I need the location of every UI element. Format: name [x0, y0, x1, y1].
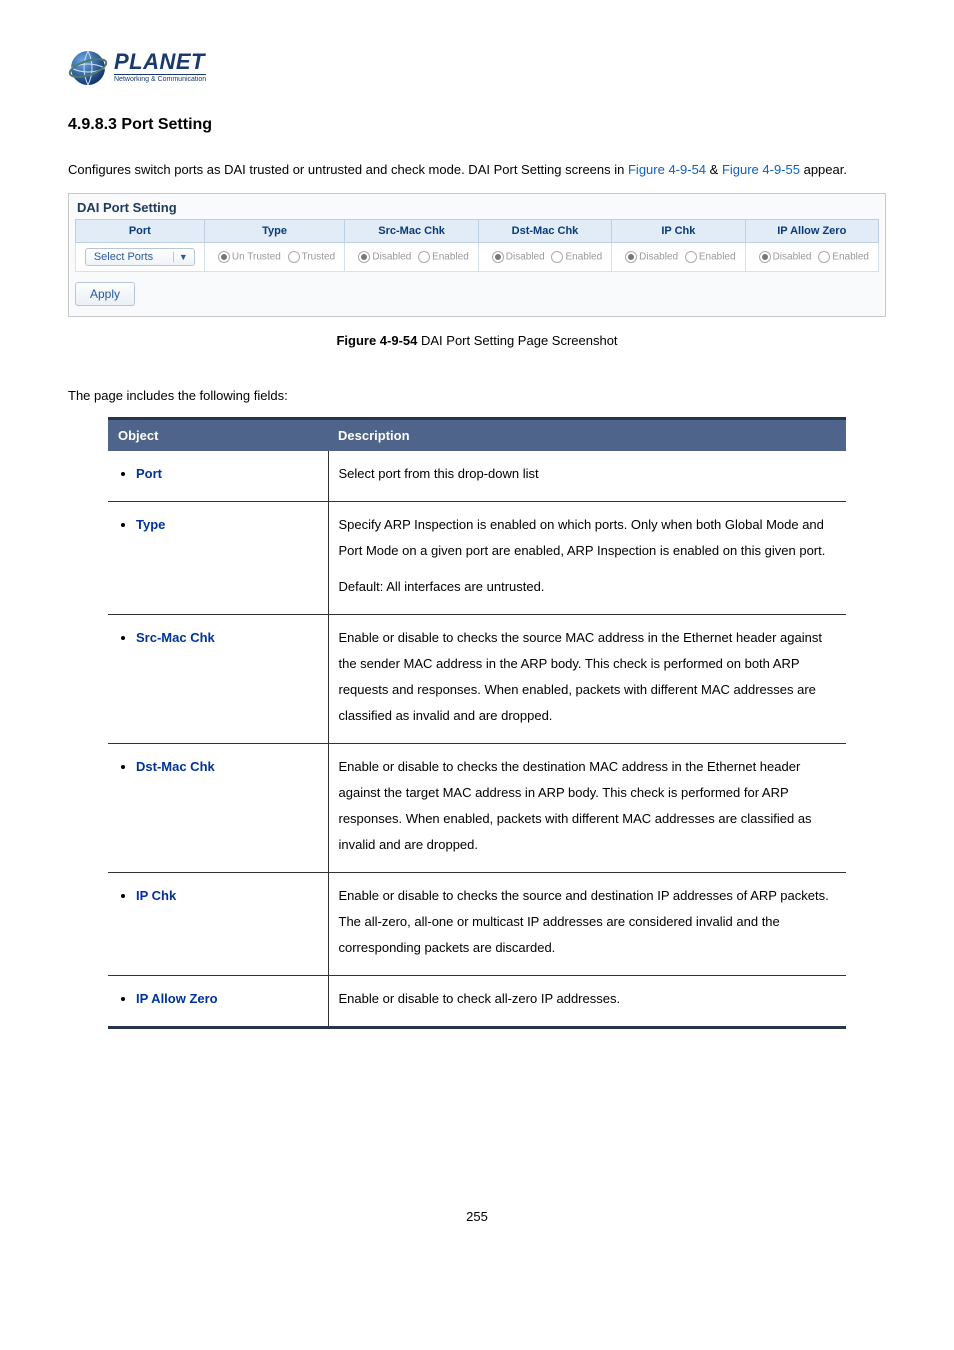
ipzero-disabled-radio[interactable]	[759, 251, 771, 263]
figure-ref-2: Figure 4-9-55	[722, 162, 800, 177]
dai-panel-title: DAI Port Setting	[69, 194, 885, 219]
fields-description-table: Object Description Port Select port from…	[108, 417, 846, 1029]
intro-paragraph: Configures switch ports as DAI trusted o…	[68, 156, 886, 185]
chevron-down-icon: ▼	[173, 252, 188, 262]
row-dstmac: Dst-Mac Chk Enable or disable to checks …	[108, 743, 846, 872]
desc-ipzero: Enable or disable to check all-zero IP a…	[328, 975, 846, 1027]
figure-caption-text: DAI Port Setting Page Screenshot	[417, 333, 617, 348]
page-number: 255	[68, 1209, 886, 1224]
dai-settings-row: Select Ports ▼ Un Trusted Trusted Disabl…	[76, 242, 879, 271]
section-title-text: Port Setting	[121, 116, 212, 133]
desc-ipchk: Enable or disable to checks the source a…	[328, 872, 846, 975]
fields-intro: The page includes the following fields:	[68, 388, 886, 403]
obj-ipzero: IP Allow Zero	[136, 991, 218, 1006]
section-heading: 4.9.8.3 Port Setting	[68, 116, 886, 134]
ipzero-enabled-radio[interactable]	[818, 251, 830, 263]
dstmac-cell: Disabled Enabled	[478, 242, 611, 271]
type-untrusted-radio[interactable]	[218, 251, 230, 263]
row-ipchk: IP Chk Enable or disable to checks the s…	[108, 872, 846, 975]
desc-port: Select port from this drop-down list	[328, 451, 846, 502]
logo-subtext: Networking & Communication	[114, 74, 206, 83]
col-port: Port	[76, 219, 205, 242]
ipchk-enabled-radio[interactable]	[685, 251, 697, 263]
obj-type: Type	[136, 517, 165, 532]
globe-icon	[68, 48, 108, 88]
section-number: 4.9.8.3	[68, 116, 117, 133]
dai-port-setting-panel: DAI Port Setting Port Type Src-Mac Chk D…	[68, 193, 886, 317]
col-ipchk: IP Chk	[612, 219, 745, 242]
col-srcmac: Src-Mac Chk	[345, 219, 478, 242]
obj-ipchk: IP Chk	[136, 888, 176, 903]
col-type: Type	[204, 219, 345, 242]
figure-number: Figure 4-9-54	[336, 333, 417, 348]
col-ipzero: IP Allow Zero	[745, 219, 878, 242]
obj-srcmac: Src-Mac Chk	[136, 630, 215, 645]
srcmac-disabled-radio[interactable]	[358, 251, 370, 263]
select-ports-dropdown[interactable]: Select Ports ▼	[85, 248, 195, 266]
obj-port: Port	[136, 466, 162, 481]
ipzero-cell: Disabled Enabled	[745, 242, 878, 271]
row-type: Type Specify ARP Inspection is enabled o…	[108, 501, 846, 614]
head-object: Object	[108, 418, 328, 451]
srcmac-enabled-radio[interactable]	[418, 251, 430, 263]
ipchk-disabled-radio[interactable]	[625, 251, 637, 263]
desc-type: Specify ARP Inspection is enabled on whi…	[328, 501, 846, 614]
type-trusted-radio[interactable]	[288, 251, 300, 263]
apply-button[interactable]: Apply	[75, 282, 135, 306]
dstmac-enabled-radio[interactable]	[551, 251, 563, 263]
figure-ref-1: Figure 4-9-54	[628, 162, 706, 177]
obj-dstmac: Dst-Mac Chk	[136, 759, 215, 774]
desc-dstmac: Enable or disable to checks the destinat…	[328, 743, 846, 872]
brand-logo: PLANET Networking & Communication	[68, 48, 886, 88]
dai-settings-table: Port Type Src-Mac Chk Dst-Mac Chk IP Chk…	[75, 219, 879, 272]
select-ports-label: Select Ports	[94, 251, 153, 263]
row-port: Port Select port from this drop-down lis…	[108, 451, 846, 502]
col-dstmac: Dst-Mac Chk	[478, 219, 611, 242]
head-description: Description	[328, 418, 846, 451]
srcmac-cell: Disabled Enabled	[345, 242, 478, 271]
dstmac-disabled-radio[interactable]	[492, 251, 504, 263]
figure-caption: Figure 4-9-54 DAI Port Setting Page Scre…	[68, 333, 886, 348]
row-srcmac: Src-Mac Chk Enable or disable to checks …	[108, 614, 846, 743]
row-ipzero: IP Allow Zero Enable or disable to check…	[108, 975, 846, 1027]
type-cell: Un Trusted Trusted	[204, 242, 345, 271]
ipchk-cell: Disabled Enabled	[612, 242, 745, 271]
desc-srcmac: Enable or disable to checks the source M…	[328, 614, 846, 743]
logo-word: PLANET	[114, 53, 206, 72]
